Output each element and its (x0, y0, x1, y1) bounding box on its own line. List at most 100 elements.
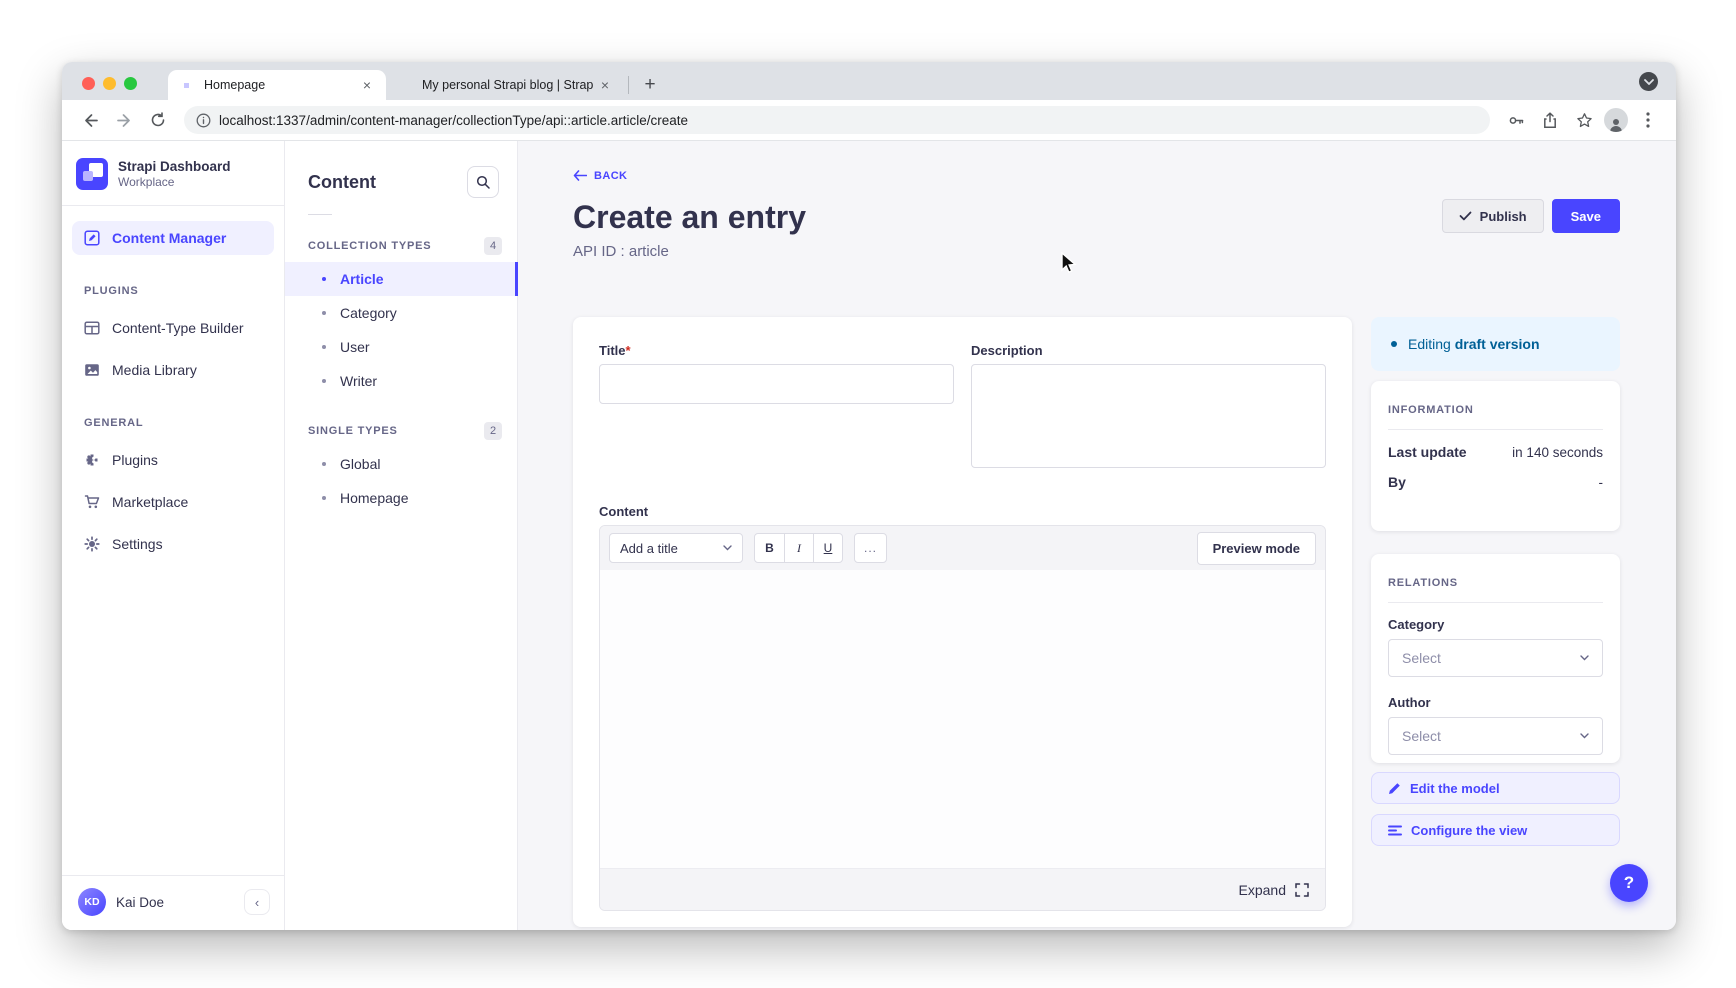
help-button[interactable]: ? (1610, 864, 1648, 902)
subnav-item-article[interactable]: Article (285, 262, 517, 296)
editor-footer: Expand (600, 868, 1325, 910)
more-formatting-button[interactable]: ... (854, 533, 887, 563)
sidebar-item-content-manager[interactable]: Content Manager (72, 221, 274, 255)
subnav-item-user[interactable]: User (285, 330, 517, 364)
sidebar-item-settings[interactable]: Settings (72, 527, 274, 561)
blog-favicon (398, 77, 414, 93)
subnav-item-label: Category (340, 305, 397, 321)
sidebar-section-plugins: PLUGINS (62, 263, 284, 303)
info-icon[interactable] (196, 113, 211, 128)
title-input[interactable] (599, 364, 954, 404)
pencil-edit-icon (84, 230, 100, 246)
configure-the-view-button[interactable]: Configure the view (1371, 814, 1620, 846)
password-key-button[interactable] (1502, 106, 1530, 134)
underline-button[interactable]: U (813, 534, 842, 562)
browser-profile-avatar[interactable] (1604, 108, 1628, 132)
group-label-collection-types: COLLECTION TYPES (308, 240, 431, 252)
address-bar[interactable]: localhost:1337/admin/content-manager/col… (184, 106, 1490, 134)
subnav-item-label: Homepage (340, 490, 409, 506)
tab-search-button[interactable] (1639, 72, 1658, 91)
status-dot-icon (1391, 341, 1397, 347)
edit-the-model-button[interactable]: Edit the model (1371, 772, 1620, 804)
sidebar-item-label: Content Manager (112, 230, 226, 246)
reload-button[interactable] (144, 106, 172, 134)
tab-divider (628, 76, 629, 94)
category-select[interactable]: Select (1388, 639, 1603, 677)
bullet-icon (322, 379, 326, 383)
editor-body[interactable] (600, 570, 1325, 868)
star-icon (1576, 112, 1593, 129)
bold-button[interactable]: B (755, 534, 784, 562)
content-subnav: Content COLLECTION TYPES 4 Article Categ… (285, 141, 518, 930)
information-heading: INFORMATION (1388, 404, 1603, 416)
chevron-down-icon (1580, 655, 1589, 661)
tab-close-icon[interactable]: × (596, 76, 614, 94)
panel-divider (1388, 429, 1603, 430)
check-icon (1459, 211, 1472, 221)
sidebar-item-marketplace[interactable]: Marketplace (72, 485, 274, 519)
subnav-item-label: Writer (340, 373, 377, 389)
chevron-down-icon (1644, 79, 1654, 85)
subnav-item-category[interactable]: Category (285, 296, 517, 330)
gear-icon (84, 536, 100, 552)
right-panel: Editing draft version INFORMATION Last u… (1371, 317, 1620, 927)
browser-menu-button[interactable] (1634, 106, 1662, 134)
minimize-window-button[interactable] (103, 77, 116, 90)
sidebar-item-plugins[interactable]: Plugins (72, 443, 274, 477)
browser-window: Homepage × My personal Strapi blog | Str… (62, 62, 1676, 930)
group-label-single-types: SINGLE TYPES (308, 425, 398, 437)
publish-button[interactable]: Publish (1442, 199, 1544, 233)
bookmark-star-button[interactable] (1570, 106, 1598, 134)
key-icon (1508, 112, 1525, 129)
italic-button[interactable]: I (784, 534, 813, 562)
sidebar-item-label: Plugins (112, 452, 158, 468)
pencil-icon (1388, 782, 1401, 795)
subnav-item-writer[interactable]: Writer (285, 364, 517, 398)
tab-homepage[interactable]: Homepage × (168, 70, 386, 100)
single-types-count-badge: 2 (484, 422, 502, 440)
text-style-group: B I U (754, 533, 843, 563)
back-button[interactable] (76, 106, 104, 134)
workspace-brand[interactable]: Strapi Dashboard Workplace (62, 141, 284, 205)
expand-label[interactable]: Expand (1239, 882, 1286, 898)
shopping-cart-icon (84, 494, 100, 510)
info-row-by: By - (1388, 474, 1603, 490)
save-button[interactable]: Save (1552, 199, 1620, 233)
sidebar-item-media-library[interactable]: Media Library (72, 353, 274, 387)
chevron-down-icon (723, 545, 732, 551)
window-controls (82, 77, 137, 90)
search-icon (476, 175, 490, 189)
browser-toolbar: localhost:1337/admin/content-manager/col… (62, 100, 1676, 141)
sidebar-item-content-type-builder[interactable]: Content-Type Builder (72, 311, 274, 345)
zoom-window-button[interactable] (124, 77, 137, 90)
heading-select[interactable]: Add a title (609, 533, 743, 563)
info-row-last-update: Last update in 140 seconds (1388, 444, 1603, 460)
reload-icon (150, 112, 166, 128)
collapse-sidebar-button[interactable]: ‹ (244, 889, 270, 915)
author-select[interactable]: Select (1388, 717, 1603, 755)
brand-subtitle: Workplace (118, 175, 231, 190)
subnav-item-homepage[interactable]: Homepage (285, 481, 517, 515)
close-window-button[interactable] (82, 77, 95, 90)
subnav-item-global[interactable]: Global (285, 447, 517, 481)
bullet-icon (322, 462, 326, 466)
search-button[interactable] (467, 166, 499, 198)
chevron-down-icon (1580, 733, 1589, 739)
tab-strapi-blog[interactable]: My personal Strapi blog | Strap × (386, 70, 624, 100)
subnav-item-label: Global (340, 456, 380, 472)
user-avatar[interactable]: KD (78, 888, 106, 916)
description-textarea[interactable] (971, 364, 1326, 468)
main-content: BACK Create an entry API ID : article Pu… (518, 141, 1676, 930)
share-button[interactable] (1536, 106, 1564, 134)
author-relation-label: Author (1388, 695, 1603, 710)
preview-mode-button[interactable]: Preview mode (1197, 532, 1316, 565)
new-tab-button[interactable]: + (637, 72, 663, 98)
tab-strip: Homepage × My personal Strapi blog | Str… (62, 62, 1676, 100)
back-link[interactable]: BACK (573, 170, 627, 182)
expand-icon[interactable] (1295, 883, 1309, 897)
relations-heading: RELATIONS (1388, 577, 1603, 589)
relations-card: RELATIONS Category Select Author Select (1371, 554, 1620, 763)
tab-close-icon[interactable]: × (358, 76, 376, 94)
forward-button[interactable] (110, 106, 138, 134)
image-icon (84, 362, 100, 378)
